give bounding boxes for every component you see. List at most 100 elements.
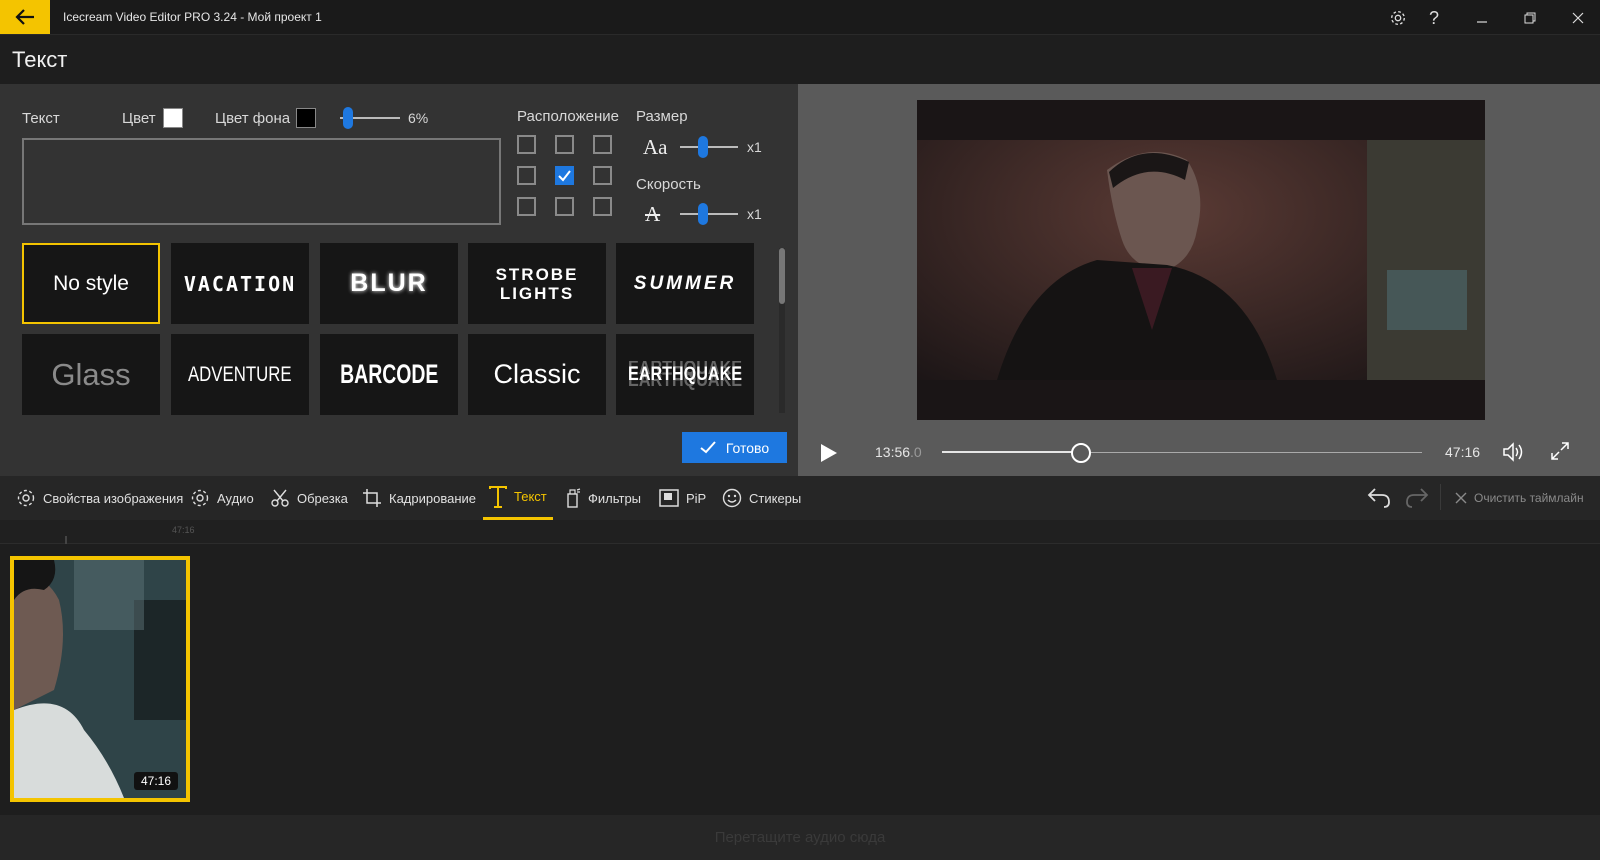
size-slider[interactable] <box>680 136 738 158</box>
redo-icon <box>1406 488 1429 508</box>
tool-crop[interactable]: Кадрирование <box>362 476 476 520</box>
position-top-left[interactable] <box>517 135 536 154</box>
style-tile-vacation[interactable]: VACATION <box>171 243 309 324</box>
undo-button[interactable] <box>1367 487 1391 514</box>
play-button[interactable] <box>820 443 838 468</box>
undo-icon <box>1367 488 1390 508</box>
audio-drop-zone[interactable]: Перетащите аудио сюда <box>0 815 1600 860</box>
timeline-ruler[interactable]: 47:16 <box>0 520 1600 544</box>
tool-trim[interactable]: Обрезка <box>270 476 348 520</box>
audio-drop-hint: Перетащите аудио сюда <box>714 829 886 846</box>
style-tile-glass[interactable]: Glass <box>22 334 160 415</box>
text-input[interactable] <box>22 138 501 225</box>
fullscreen-button[interactable] <box>1550 441 1570 466</box>
smiley-icon <box>722 488 742 508</box>
settings-button[interactable] <box>1386 6 1410 30</box>
position-grid <box>517 135 617 220</box>
filter-icon <box>567 488 581 508</box>
minimize-button[interactable] <box>1470 6 1494 30</box>
total-time: 47:16 <box>1445 444 1481 460</box>
styles-scrollbar-thumb[interactable] <box>779 248 785 304</box>
ruler-mark: 47:16 <box>172 525 195 535</box>
crop-icon <box>363 489 381 507</box>
scissors-icon <box>271 489 289 507</box>
toolbar-divider <box>1440 484 1441 510</box>
tool-stickers[interactable]: Стикеры <box>722 476 801 520</box>
current-time: 13:56.0 <box>875 444 922 460</box>
page-title: Текст <box>12 47 68 72</box>
opacity-slider[interactable] <box>340 107 402 129</box>
question-icon: ? <box>1428 7 1439 28</box>
clip-duration-badge: 47:16 <box>133 772 178 790</box>
style-tile-adventure[interactable]: ADVENTURE <box>171 334 309 415</box>
seek-bar[interactable] <box>942 442 1422 464</box>
position-top-center[interactable] <box>555 135 574 154</box>
seek-bar-progress <box>942 451 1081 453</box>
video-preview[interactable] <box>917 100 1485 420</box>
style-tile-barcode[interactable]: BARCODE <box>320 334 458 415</box>
seek-bar-thumb[interactable] <box>1071 443 1091 463</box>
opacity-slider-thumb[interactable] <box>343 107 353 129</box>
font-size-icon: Aa <box>643 135 668 159</box>
tool-text[interactable]: Текст <box>483 476 553 520</box>
speaker-icon <box>1503 442 1523 462</box>
redo-button[interactable] <box>1405 487 1429 514</box>
position-middle-right[interactable] <box>593 166 612 185</box>
expand-icon <box>1551 442 1569 460</box>
clip-thumbnail <box>14 560 186 798</box>
position-bottom-left[interactable] <box>517 197 536 216</box>
opacity-value: 6% <box>408 110 429 126</box>
help-button[interactable]: ? <box>1422 6 1446 30</box>
gear-icon <box>17 489 35 507</box>
position-center[interactable] <box>555 166 574 185</box>
position-bottom-center[interactable] <box>555 197 574 216</box>
style-tile-classic[interactable]: Classic <box>468 334 606 415</box>
title-bar: Icecream Video Editor PRO 3.24 - Мой про… <box>0 0 1600 35</box>
speed-label: Скорость <box>636 176 701 193</box>
editor-toolbar: Свойства изображения Аудио Обрезка Кадри… <box>0 476 1600 520</box>
checkmark-icon <box>558 170 571 182</box>
size-label: Размер <box>636 108 688 125</box>
style-tile-strobe-lights[interactable]: STROBE LIGHTS <box>468 243 606 324</box>
speed-slider-thumb[interactable] <box>698 203 708 225</box>
tool-pip[interactable]: PiP <box>659 476 706 520</box>
arrow-left-icon <box>15 9 34 25</box>
app-title: Icecream Video Editor PRO 3.24 - Мой про… <box>63 10 322 24</box>
timeline[interactable] <box>0 520 1600 815</box>
timeline-clip[interactable]: 47:16 <box>10 556 190 802</box>
position-bottom-right[interactable] <box>593 197 612 216</box>
close-icon <box>1572 12 1584 24</box>
style-tile-blur[interactable]: BLUR <box>320 243 458 324</box>
restore-icon <box>1524 12 1536 24</box>
position-label: Расположение <box>517 108 619 125</box>
bg-color-swatch[interactable] <box>296 108 316 128</box>
tool-filters[interactable]: Фильтры <box>565 476 641 520</box>
speed-value: x1 <box>747 206 762 222</box>
text-icon <box>489 485 507 508</box>
style-tile-no-style[interactable]: No style <box>22 243 160 324</box>
ruler-tick <box>65 536 67 544</box>
tool-audio[interactable]: Аудио <box>190 476 254 520</box>
restore-button[interactable] <box>1518 6 1542 30</box>
tool-image-properties[interactable]: Свойства изображения <box>16 476 183 520</box>
text-label: Текст <box>22 110 60 127</box>
position-top-right[interactable] <box>593 135 612 154</box>
volume-button[interactable] <box>1502 441 1526 468</box>
video-frame-image <box>917 100 1485 420</box>
clear-timeline-button[interactable]: Очистить таймлайн <box>1455 476 1584 520</box>
back-button[interactable] <box>0 0 50 34</box>
style-tile-summer[interactable]: SUMMER <box>616 243 754 324</box>
text-color-swatch[interactable] <box>163 108 183 128</box>
close-icon <box>1455 492 1467 504</box>
gear-icon <box>1391 11 1405 25</box>
style-tile-earthquake[interactable]: EARTHQUAKE <box>616 334 754 415</box>
play-icon <box>821 444 837 462</box>
done-button[interactable]: Готово <box>682 432 787 463</box>
color-label: Цвет <box>122 110 156 127</box>
close-button[interactable] <box>1566 6 1590 30</box>
pip-icon <box>659 489 679 507</box>
position-middle-left[interactable] <box>517 166 536 185</box>
speed-slider[interactable] <box>680 203 738 225</box>
minimize-icon <box>1477 21 1487 23</box>
size-slider-thumb[interactable] <box>698 136 708 158</box>
